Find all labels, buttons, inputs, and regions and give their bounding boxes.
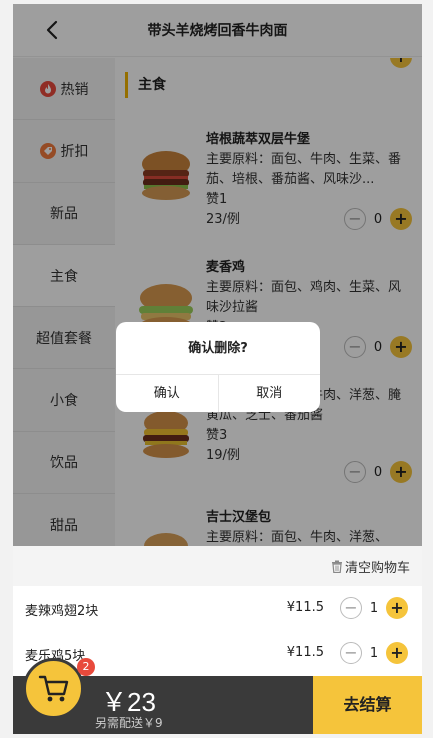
cart-item-name: 麦辣鸡翅2块	[25, 604, 99, 619]
cart-item-price: ¥11.5	[286, 645, 324, 660]
cart-header: 清空购物车	[13, 546, 422, 586]
add-button[interactable]: +	[386, 597, 408, 619]
quantity-value: 1	[369, 645, 379, 661]
clear-cart-button[interactable]: 清空购物车	[331, 557, 410, 576]
delivery-fee: 另需配送￥9	[95, 716, 163, 730]
add-button[interactable]: +	[386, 642, 408, 664]
dialog-actions: 确认 取消	[116, 375, 320, 412]
quantity-stepper: − 1 +	[340, 597, 408, 619]
modal-overlay[interactable]	[13, 4, 422, 546]
checkout-button[interactable]: 去结算	[313, 676, 422, 734]
minus-button[interactable]: −	[340, 642, 362, 664]
minus-button[interactable]: −	[340, 597, 362, 619]
quantity-value: 1	[369, 600, 379, 616]
app-frame: 带头羊烧烤回香牛肉面 热销 折扣 新品 主食 超值套餐 小食 饮品 甜品 主食 …	[13, 4, 422, 734]
confirm-button[interactable]: 确认	[116, 375, 218, 412]
cart-item: 麦辣鸡翅2块 ¥11.5 − 1 +	[13, 586, 422, 631]
cart-item-price: ¥11.5	[286, 600, 324, 615]
cart-button[interactable]	[23, 658, 84, 719]
cart-panel: 清空购物车 麦辣鸡翅2块 ¥11.5 − 1 + 麦乐鸡5块 ¥11.5 − 1…	[13, 546, 422, 676]
shopping-cart-icon	[38, 675, 68, 701]
quantity-stepper: − 1 +	[340, 642, 408, 664]
dialog-title: 确认删除?	[116, 322, 320, 375]
trash-icon	[331, 560, 342, 573]
clear-cart-label: 清空购物车	[344, 561, 410, 576]
cancel-button[interactable]: 取消	[217, 375, 321, 412]
confirm-dialog: 确认删除? 确认 取消	[116, 322, 320, 412]
cart-count-badge: 2	[77, 658, 95, 676]
